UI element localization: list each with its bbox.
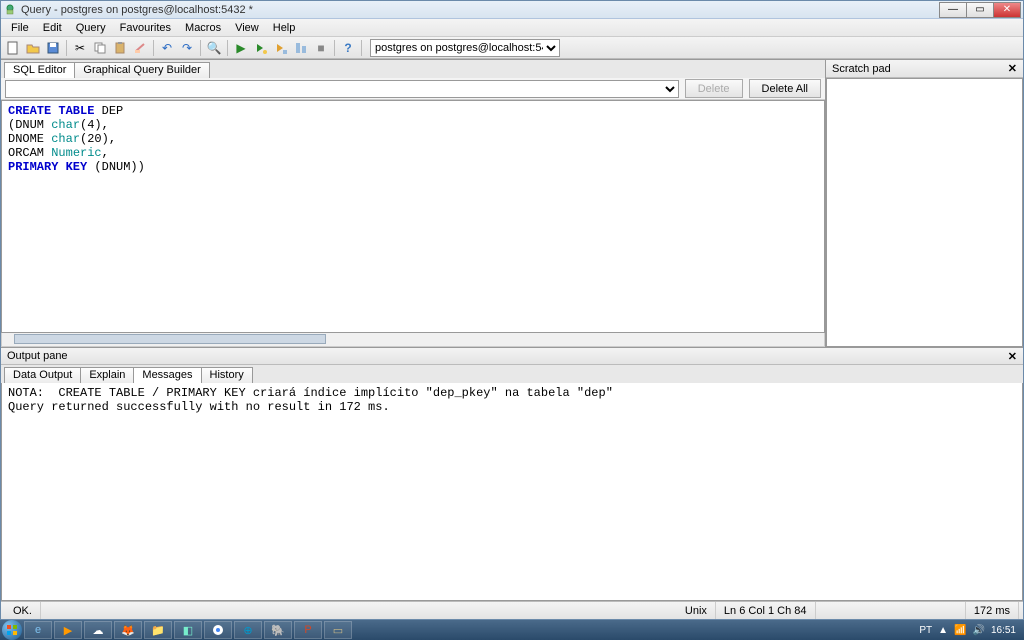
tray-lang[interactable]: PT xyxy=(919,625,932,636)
output-pane-header: Output pane ✕ xyxy=(1,347,1023,365)
scratchpad-header: Scratch pad ✕ xyxy=(826,60,1023,78)
separator xyxy=(66,40,67,56)
undo-icon[interactable]: ↶ xyxy=(158,39,176,57)
save-icon[interactable] xyxy=(44,39,62,57)
output-messages[interactable]: NOTA: CREATE TABLE / PRIMARY KEY criará … xyxy=(1,383,1023,601)
taskbar-chrome-icon[interactable] xyxy=(204,621,232,639)
main-toolbar: ✂ ↶ ↷ 🔍 ▶ ■ ? postgres on postgres@local… xyxy=(1,37,1023,59)
separator xyxy=(361,40,362,56)
sql-editor[interactable]: CREATE TABLE DEP (DNUM char(4), DNOME ch… xyxy=(1,100,825,333)
app-icon xyxy=(3,3,17,17)
close-button[interactable]: ✕ xyxy=(993,2,1021,18)
query-window: Query - postgres on postgres@localhost:5… xyxy=(0,0,1024,620)
taskbar-app2-icon[interactable]: ◧ xyxy=(174,621,202,639)
status-mode: Unix xyxy=(677,602,716,619)
execute-pgscript-icon[interactable] xyxy=(252,39,270,57)
status-ok: OK. xyxy=(5,602,41,619)
tab-explain[interactable]: Explain xyxy=(80,367,134,383)
tray-flag-icon[interactable]: ▲ xyxy=(938,625,948,636)
system-tray: PT ▲ 📶 🔊 16:51 xyxy=(913,625,1022,636)
execute-icon[interactable]: ▶ xyxy=(232,39,250,57)
taskbar-firefox-icon[interactable]: 🦊 xyxy=(114,621,142,639)
copy-icon[interactable] xyxy=(91,39,109,57)
menu-file[interactable]: File xyxy=(5,21,35,35)
help-icon[interactable]: ? xyxy=(339,39,357,57)
editor-tabs: SQL Editor Graphical Query Builder xyxy=(1,60,825,78)
delete-all-button[interactable]: Delete All xyxy=(749,79,821,98)
explain-analyze-icon[interactable] xyxy=(292,39,310,57)
statusbar: OK. Unix Ln 6 Col 1 Ch 84 172 ms xyxy=(1,601,1023,619)
tab-sql-editor[interactable]: SQL Editor xyxy=(4,62,75,78)
scratchpad-title: Scratch pad xyxy=(832,63,891,75)
menu-edit[interactable]: Edit xyxy=(37,21,68,35)
scratchpad-body[interactable] xyxy=(826,78,1023,347)
menu-view[interactable]: View xyxy=(229,21,265,35)
status-position: Ln 6 Col 1 Ch 84 xyxy=(716,602,816,619)
minimize-button[interactable]: — xyxy=(939,2,967,18)
tray-clock[interactable]: 16:51 xyxy=(991,625,1016,636)
scratchpad-close-icon[interactable]: ✕ xyxy=(1008,62,1017,75)
redo-icon[interactable]: ↷ xyxy=(178,39,196,57)
maximize-button[interactable]: ▭ xyxy=(966,2,994,18)
find-icon[interactable]: 🔍 xyxy=(205,39,223,57)
titlebar: Query - postgres on postgres@localhost:5… xyxy=(1,1,1023,19)
tab-messages[interactable]: Messages xyxy=(133,367,201,383)
taskbar-app4-icon[interactable]: ▭ xyxy=(324,621,352,639)
menu-help[interactable]: Help xyxy=(267,21,302,35)
separator xyxy=(334,40,335,56)
tab-data-output[interactable]: Data Output xyxy=(4,367,81,383)
start-button[interactable] xyxy=(2,620,22,640)
separator xyxy=(153,40,154,56)
paste-icon[interactable] xyxy=(111,39,129,57)
taskbar-mediaplayer-icon[interactable]: ▶ xyxy=(54,621,82,639)
taskbar-explorer-icon[interactable]: 📁 xyxy=(144,621,172,639)
output-tabs: Data Output Explain Messages History xyxy=(1,365,1023,383)
taskbar-app3-icon[interactable]: ⊕ xyxy=(234,621,262,639)
status-blank xyxy=(816,602,966,619)
window-title: Query - postgres on postgres@localhost:5… xyxy=(21,4,940,16)
separator xyxy=(200,40,201,56)
taskbar-pgadmin-icon[interactable]: 🐘 xyxy=(264,621,292,639)
clear-icon[interactable] xyxy=(131,39,149,57)
tab-history[interactable]: History xyxy=(201,367,253,383)
new-icon[interactable] xyxy=(4,39,22,57)
menu-favourites[interactable]: Favourites xyxy=(114,21,177,35)
tab-graphical-builder[interactable]: Graphical Query Builder xyxy=(74,62,209,78)
tray-network-icon[interactable]: 📶 xyxy=(954,625,966,636)
output-pane-close-icon[interactable]: ✕ xyxy=(1008,350,1017,363)
status-time: 172 ms xyxy=(966,602,1019,619)
open-icon[interactable] xyxy=(24,39,42,57)
separator xyxy=(227,40,228,56)
previous-queries-select[interactable] xyxy=(5,80,679,98)
menu-macros[interactable]: Macros xyxy=(179,21,227,35)
connection-select[interactable]: postgres on postgres@localhost:5432 xyxy=(370,39,560,57)
windows-taskbar: e ▶ ☁ 🦊 📁 ◧ ⊕ 🐘 P ▭ PT ▲ 📶 🔊 16:51 xyxy=(0,620,1024,640)
menubar: File Edit Query Favourites Macros View H… xyxy=(1,19,1023,37)
menu-query[interactable]: Query xyxy=(70,21,112,35)
output-pane-title: Output pane xyxy=(7,350,68,362)
editor-hscrollbar[interactable] xyxy=(1,333,825,347)
taskbar-ie-icon[interactable]: e xyxy=(24,621,52,639)
cut-icon[interactable]: ✂ xyxy=(71,39,89,57)
explain-icon[interactable] xyxy=(272,39,290,57)
cancel-icon[interactable]: ■ xyxy=(312,39,330,57)
taskbar-app-icon[interactable]: ☁ xyxy=(84,621,112,639)
tray-volume-icon[interactable]: 🔊 xyxy=(973,625,985,636)
taskbar-powerpoint-icon[interactable]: P xyxy=(294,621,322,639)
delete-button[interactable]: Delete xyxy=(685,79,743,98)
